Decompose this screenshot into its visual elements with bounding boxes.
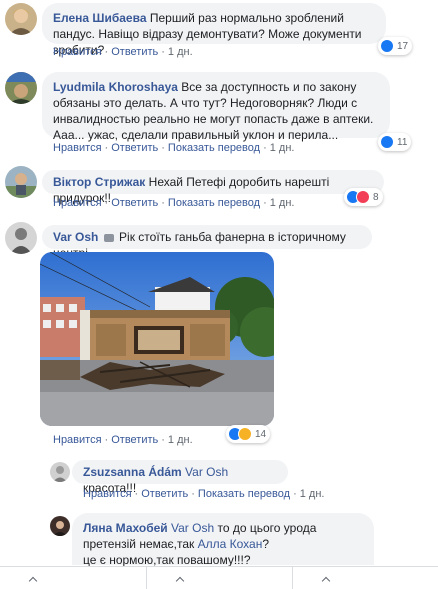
- comment-bubble: Lyudmila Khoroshaya Все за доступность и…: [42, 72, 390, 142]
- reply-bubble: Ляна Махобей Var Osh то до цього урода п…: [72, 513, 374, 567]
- messenger-icon: [103, 233, 114, 242]
- show-translation-link[interactable]: Показать перевод: [168, 197, 260, 209]
- reply-author[interactable]: Ляна Махобей: [83, 521, 168, 535]
- reply-actions: Нравится · Ответить · Показать перевод · 1 дн.: [83, 488, 325, 500]
- reply-link[interactable]: Ответить: [111, 434, 158, 446]
- comment-photo[interactable]: [40, 252, 274, 426]
- comment-author[interactable]: Віктор Стрижак: [53, 175, 145, 189]
- timestamp[interactable]: 1 дн.: [270, 197, 295, 209]
- love-reaction-icon: [356, 190, 370, 204]
- reaction-summary[interactable]: 11: [378, 133, 412, 151]
- avatar[interactable]: [5, 72, 37, 104]
- show-translation-link[interactable]: Показать перевод: [198, 488, 290, 500]
- toolbar-segment[interactable]: [146, 567, 292, 589]
- reply-text: це є нормою,так повашому!!!?: [83, 553, 251, 567]
- reply-bubble: Zsuzsanna Ádám Var Osh красота!!!: [72, 460, 288, 495]
- like-link[interactable]: Нравится: [53, 197, 102, 209]
- timestamp[interactable]: 1 дн.: [168, 434, 193, 446]
- chevron-up-icon: [321, 576, 331, 586]
- reply-link[interactable]: Ответить: [111, 46, 158, 58]
- timestamp[interactable]: 1 дн.: [168, 46, 193, 58]
- mention-link[interactable]: Var Osh: [171, 521, 214, 535]
- reaction-summary[interactable]: 8: [344, 188, 383, 206]
- mention-link[interactable]: Var Osh: [185, 465, 228, 479]
- reply-link[interactable]: Ответить: [111, 142, 158, 154]
- comment-bubble: Віктор Стрижак Нехай Петефі доробить нар…: [42, 170, 384, 205]
- like-reaction-icon: [380, 135, 394, 149]
- like-link[interactable]: Нравится: [53, 142, 102, 154]
- reply-link[interactable]: Ответить: [111, 197, 158, 209]
- comment-bubble: Елена Шибаева Перший раз нормально зробл…: [42, 3, 386, 57]
- like-link[interactable]: Нравится: [53, 434, 102, 446]
- chevron-up-icon: [28, 576, 38, 586]
- toolbar-segment[interactable]: [292, 567, 438, 589]
- avatar[interactable]: [5, 222, 37, 254]
- comment-actions: Нравится · Ответить · 1 дн.: [53, 46, 193, 58]
- mention-link[interactable]: Алла Кохан: [198, 537, 263, 551]
- comment-author[interactable]: Елена Шибаева: [53, 11, 147, 25]
- avatar[interactable]: [5, 166, 37, 198]
- sad-reaction-icon: [238, 427, 252, 441]
- timestamp[interactable]: 1 дн.: [300, 488, 325, 500]
- toolbar-segment[interactable]: [0, 567, 146, 589]
- reply-text: ?: [262, 537, 270, 551]
- reaction-summary[interactable]: 14: [226, 425, 271, 443]
- comment-bubble: Var Osh Рік стоїть ганьба фанерна в істо…: [42, 225, 372, 260]
- bottom-toolbar: [0, 566, 438, 589]
- like-link[interactable]: Нравится: [83, 488, 132, 500]
- like-link[interactable]: Нравится: [53, 46, 102, 58]
- reply-author[interactable]: Zsuzsanna Ádám: [83, 465, 182, 479]
- comment-actions: Нравится · Ответить · 1 дн.: [53, 434, 193, 446]
- comment-actions: Нравится · Ответить · Показать перевод · 1 дн.: [53, 197, 295, 209]
- chevron-up-icon: [175, 576, 185, 586]
- avatar[interactable]: [50, 462, 70, 482]
- reaction-summary[interactable]: 17: [378, 37, 413, 55]
- show-translation-link[interactable]: Показать перевод: [168, 142, 260, 154]
- comment-author[interactable]: Lyudmila Khoroshaya: [53, 80, 178, 94]
- avatar[interactable]: [5, 3, 37, 35]
- reply-link[interactable]: Ответить: [141, 488, 188, 500]
- comment-author[interactable]: Var Osh: [53, 230, 98, 244]
- timestamp[interactable]: 1 дн.: [270, 142, 295, 154]
- comment-actions: Нравится · Ответить · Показать перевод · 1 дн.: [53, 142, 295, 154]
- avatar[interactable]: [50, 516, 70, 536]
- like-reaction-icon: [380, 39, 394, 53]
